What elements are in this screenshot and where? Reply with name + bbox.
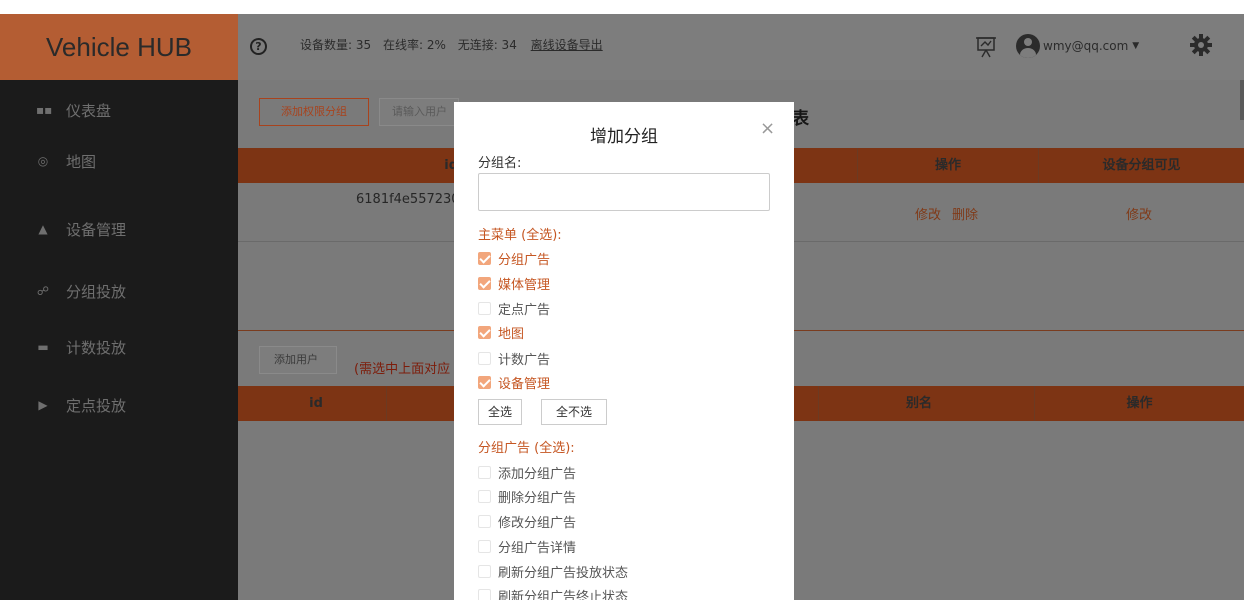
- group-icon: ☍: [36, 284, 50, 298]
- menu-option-fixed-ad[interactable]: 定点广告: [478, 298, 550, 318]
- checkbox-unchecked[interactable]: [478, 465, 491, 479]
- group-name-input[interactable]: [478, 173, 770, 211]
- menu-option-group-ad[interactable]: 分组广告: [478, 248, 550, 268]
- sidebar-item-fixed-delivery[interactable]: ▶ 定点投放: [0, 385, 238, 425]
- checkbox-checked[interactable]: [478, 325, 491, 339]
- option-label: 修改分组广告: [498, 515, 577, 531]
- checkbox-checked[interactable]: [478, 375, 491, 389]
- presentation-icon[interactable]: [976, 36, 996, 58]
- permission-delete-group-ad[interactable]: 删除分组广告: [478, 486, 576, 506]
- play-icon: ▶: [38, 398, 48, 412]
- sidebar: ▪▪ 仪表盘 ◎ 地图 ▲ 设备管理 ☍ 分组投放 ▬ 计数投放 ▶ 定点投放: [0, 80, 238, 600]
- sidebar-item-label: 地图: [66, 152, 97, 171]
- user-avatar-icon: [1016, 34, 1040, 58]
- sidebar-item-devices[interactable]: ▲ 设备管理: [0, 209, 238, 249]
- sidebar-item-group-delivery[interactable]: ☍ 分组投放: [0, 271, 238, 311]
- top-navbar: Vehicle HUB ? 设备数量: 35 在线率: 2% 无连接: 34 离…: [0, 14, 1244, 80]
- sidebar-item-label: 定点投放: [66, 396, 127, 415]
- modal-title: 增加分组: [590, 127, 658, 147]
- brand-logo[interactable]: Vehicle HUB: [0, 14, 238, 80]
- checkbox-unchecked[interactable]: [478, 301, 491, 315]
- sidebar-item-dashboard[interactable]: ▪▪ 仪表盘: [0, 90, 238, 130]
- option-label: 删除分组广告: [498, 490, 577, 506]
- permission-edit-group-ad[interactable]: 修改分组广告: [478, 511, 576, 531]
- column-header: 设备分组可见: [1102, 158, 1181, 173]
- option-label: 分组广告详情: [498, 540, 577, 556]
- sidebar-item-count-delivery[interactable]: ▬ 计数投放: [0, 327, 238, 367]
- checkbox-unchecked[interactable]: [478, 351, 491, 365]
- visibility-edit-link[interactable]: 修改: [1126, 204, 1152, 223]
- column-header: 操作: [1126, 396, 1153, 411]
- column-header: id: [444, 158, 458, 173]
- column-divider: [857, 148, 858, 183]
- chevron-down-icon: ▼: [1132, 41, 1140, 51]
- edit-link[interactable]: 修改: [915, 204, 941, 223]
- disconnected-count: 无连接: 34: [457, 38, 517, 52]
- sidebar-item-label: 设备管理: [66, 220, 127, 239]
- checkbox-unchecked[interactable]: [478, 489, 491, 503]
- permission-refresh-delivery-status[interactable]: 刷新分组广告投放状态: [478, 561, 628, 581]
- permission-refresh-stop-status[interactable]: 刷新分组广告终止状态: [478, 585, 628, 600]
- menu-option-count-ad[interactable]: 计数广告: [478, 348, 550, 368]
- close-icon[interactable]: ×: [760, 118, 775, 139]
- gear-icon[interactable]: [1190, 34, 1212, 56]
- column-divider: [386, 386, 387, 421]
- map-pin-icon: ◎: [37, 154, 49, 168]
- option-label: 设备管理: [498, 376, 551, 392]
- checkbox-unchecked[interactable]: [478, 514, 491, 528]
- option-label: 分组广告: [498, 252, 551, 268]
- sidebar-item-label: 分组投放: [66, 282, 127, 301]
- user-menu[interactable]: wmy@qq.com ▼: [1016, 34, 1139, 58]
- user-email: wmy@qq.com: [1043, 39, 1129, 53]
- checkbox-unchecked[interactable]: [478, 564, 491, 578]
- delete-link[interactable]: 删除: [952, 204, 978, 223]
- option-label: 添加分组广告: [498, 466, 577, 482]
- column-header: id: [309, 396, 323, 411]
- column-divider: [1034, 386, 1035, 421]
- main-menu-select-all[interactable]: 主菜单 (全选):: [478, 224, 562, 243]
- menu-option-devices[interactable]: 设备管理: [478, 372, 550, 392]
- device-count: 设备数量: 35: [300, 38, 372, 52]
- sidebar-item-label: 仪表盘: [66, 101, 112, 120]
- deselect-all-button[interactable]: 全不选: [541, 399, 607, 425]
- checkbox-unchecked[interactable]: [478, 588, 491, 600]
- select-hint-text: (需选中上面对应: [354, 362, 451, 377]
- option-label: 媒体管理: [498, 277, 551, 293]
- column-header: 别名: [905, 396, 932, 411]
- menu-option-map[interactable]: 地图: [478, 322, 524, 342]
- group-name-label: 分组名:: [478, 156, 522, 171]
- page-scrollbar[interactable]: [1240, 80, 1244, 120]
- dashboard-icon: ▪▪: [36, 103, 53, 117]
- search-input[interactable]: 请输入用户: [379, 98, 459, 126]
- option-label: 地图: [498, 326, 525, 342]
- checkbox-checked[interactable]: [478, 251, 491, 265]
- online-rate: 在线率: 2%: [382, 38, 446, 52]
- option-label: 计数广告: [498, 352, 551, 368]
- option-label: 刷新分组广告终止状态: [498, 589, 629, 600]
- column-divider: [818, 386, 819, 421]
- car-icon: ▲: [38, 222, 48, 236]
- device-stats: 设备数量: 35 在线率: 2% 无连接: 34 离线设备导出: [300, 36, 611, 53]
- sidebar-item-label: 计数投放: [66, 338, 127, 357]
- column-divider: [1038, 148, 1039, 183]
- permission-group-ad-detail[interactable]: 分组广告详情: [478, 536, 576, 556]
- counter-icon: ▬: [37, 340, 49, 354]
- sidebar-item-map[interactable]: ◎ 地图: [0, 141, 238, 181]
- select-all-button[interactable]: 全选: [478, 399, 522, 425]
- permission-add-group-ad[interactable]: 添加分组广告: [478, 462, 576, 482]
- offline-export-link[interactable]: 离线设备导出: [531, 38, 603, 52]
- checkbox-checked[interactable]: [478, 276, 491, 290]
- option-label: 刷新分组广告投放状态: [498, 565, 629, 581]
- group-id-cell: 6181f4e557230: [356, 192, 460, 207]
- menu-option-media[interactable]: 媒体管理: [478, 273, 550, 293]
- add-user-button[interactable]: 添加用户: [259, 346, 337, 374]
- help-circle-icon[interactable]: ?: [250, 38, 267, 55]
- option-label: 定点广告: [498, 302, 551, 318]
- add-permission-group-button[interactable]: 添加权限分组: [259, 98, 369, 126]
- checkbox-unchecked[interactable]: [478, 539, 491, 553]
- group-ad-select-all[interactable]: 分组广告 (全选):: [478, 437, 575, 456]
- add-group-modal: 增加分组 × 分组名: 主菜单 (全选): 分组广告 媒体管理 定点广告 地图 …: [454, 102, 794, 600]
- column-header: 操作: [934, 158, 961, 173]
- table-title: 表: [792, 109, 809, 129]
